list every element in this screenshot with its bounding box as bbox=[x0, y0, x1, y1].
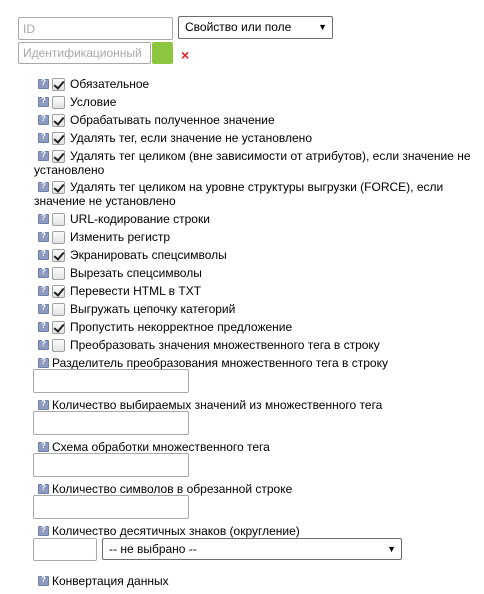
option-checkbox[interactable] bbox=[52, 339, 65, 352]
help-icon[interactable] bbox=[38, 525, 49, 536]
chevron-down-icon: ▼ bbox=[387, 544, 396, 554]
option-label: Условие bbox=[70, 95, 117, 109]
option-checkbox[interactable] bbox=[52, 285, 65, 298]
scheme-input[interactable] bbox=[33, 453, 189, 477]
help-icon[interactable] bbox=[38, 78, 49, 89]
help-icon[interactable] bbox=[38, 483, 49, 494]
option-checkbox[interactable] bbox=[52, 213, 65, 226]
chevron-down-icon: ▼ bbox=[318, 22, 327, 32]
option-label: Экранировать спецсимволы bbox=[70, 248, 227, 262]
option-checkbox[interactable] bbox=[52, 78, 65, 91]
separator-input[interactable] bbox=[33, 369, 189, 393]
property-select-value: Свойство или поле bbox=[185, 20, 292, 34]
option-label: Обрабатывать полученное значение bbox=[70, 113, 275, 127]
count-input[interactable] bbox=[33, 411, 189, 435]
help-icon[interactable] bbox=[38, 357, 49, 368]
identifier-input[interactable] bbox=[18, 42, 151, 64]
option-checkbox[interactable] bbox=[52, 267, 65, 280]
option-label: Удалять тег целиком (вне зависимости от … bbox=[34, 149, 471, 177]
option-label: Вырезать спецсимволы bbox=[70, 266, 202, 280]
option-checkbox[interactable] bbox=[52, 231, 65, 244]
option-label: Пропустить некорректное предложение bbox=[70, 320, 293, 334]
help-icon[interactable] bbox=[38, 339, 49, 350]
property-select[interactable]: Свойство или поле ▼ bbox=[178, 16, 333, 39]
remove-icon[interactable]: × bbox=[181, 47, 189, 63]
decimals-label: Количество десятичных знаков (округление… bbox=[52, 524, 300, 538]
help-icon[interactable] bbox=[38, 114, 49, 125]
help-icon[interactable] bbox=[38, 267, 49, 278]
option-label: Перевести HTML в TXT bbox=[70, 284, 202, 298]
option-label: Преобразовать значения множественного те… bbox=[70, 338, 380, 352]
help-icon[interactable] bbox=[38, 285, 49, 296]
count-label: Количество выбираемых значений из множес… bbox=[52, 398, 383, 412]
option-label: Обязательное bbox=[70, 77, 150, 91]
help-icon[interactable] bbox=[38, 321, 49, 332]
id-input[interactable] bbox=[18, 17, 173, 40]
help-icon[interactable] bbox=[38, 213, 49, 224]
option-label: Удалять тег целиком на уровне структуры … bbox=[34, 180, 444, 208]
separator-label: Разделитель преобразования множественног… bbox=[52, 356, 388, 370]
help-icon[interactable] bbox=[38, 441, 49, 452]
option-label: Изменить регистр bbox=[70, 230, 171, 244]
option-label: URL-кодирование строки bbox=[70, 212, 210, 226]
option-checkbox[interactable] bbox=[52, 132, 65, 145]
symbols-input[interactable] bbox=[33, 495, 189, 519]
help-icon[interactable] bbox=[38, 399, 49, 410]
color-swatch[interactable] bbox=[152, 42, 173, 64]
decimals-select[interactable]: -- не выбрано -- ▼ bbox=[102, 538, 402, 560]
help-icon[interactable] bbox=[38, 231, 49, 242]
option-checkbox[interactable] bbox=[52, 96, 65, 109]
symbols-label: Количество символов в обрезанной строке bbox=[52, 482, 293, 496]
decimals-input[interactable] bbox=[33, 538, 97, 561]
option-checkbox[interactable] bbox=[52, 114, 65, 127]
option-checkbox[interactable] bbox=[52, 249, 65, 262]
help-icon[interactable] bbox=[38, 303, 49, 314]
decimals-select-value: -- не выбрано -- bbox=[109, 542, 197, 556]
help-icon[interactable] bbox=[38, 132, 49, 143]
help-icon[interactable] bbox=[38, 96, 49, 107]
scheme-label: Схема обработки множественного тега bbox=[52, 440, 270, 454]
conversion-label: Конвертация данных bbox=[52, 574, 169, 588]
help-icon[interactable] bbox=[38, 575, 49, 586]
option-label: Выгружать цепочку категорий bbox=[70, 302, 236, 316]
option-checkbox[interactable] bbox=[52, 321, 65, 334]
option-checkbox[interactable] bbox=[52, 303, 65, 316]
help-icon[interactable] bbox=[38, 249, 49, 260]
option-label: Удалять тег, если значение не установлен… bbox=[70, 131, 312, 145]
